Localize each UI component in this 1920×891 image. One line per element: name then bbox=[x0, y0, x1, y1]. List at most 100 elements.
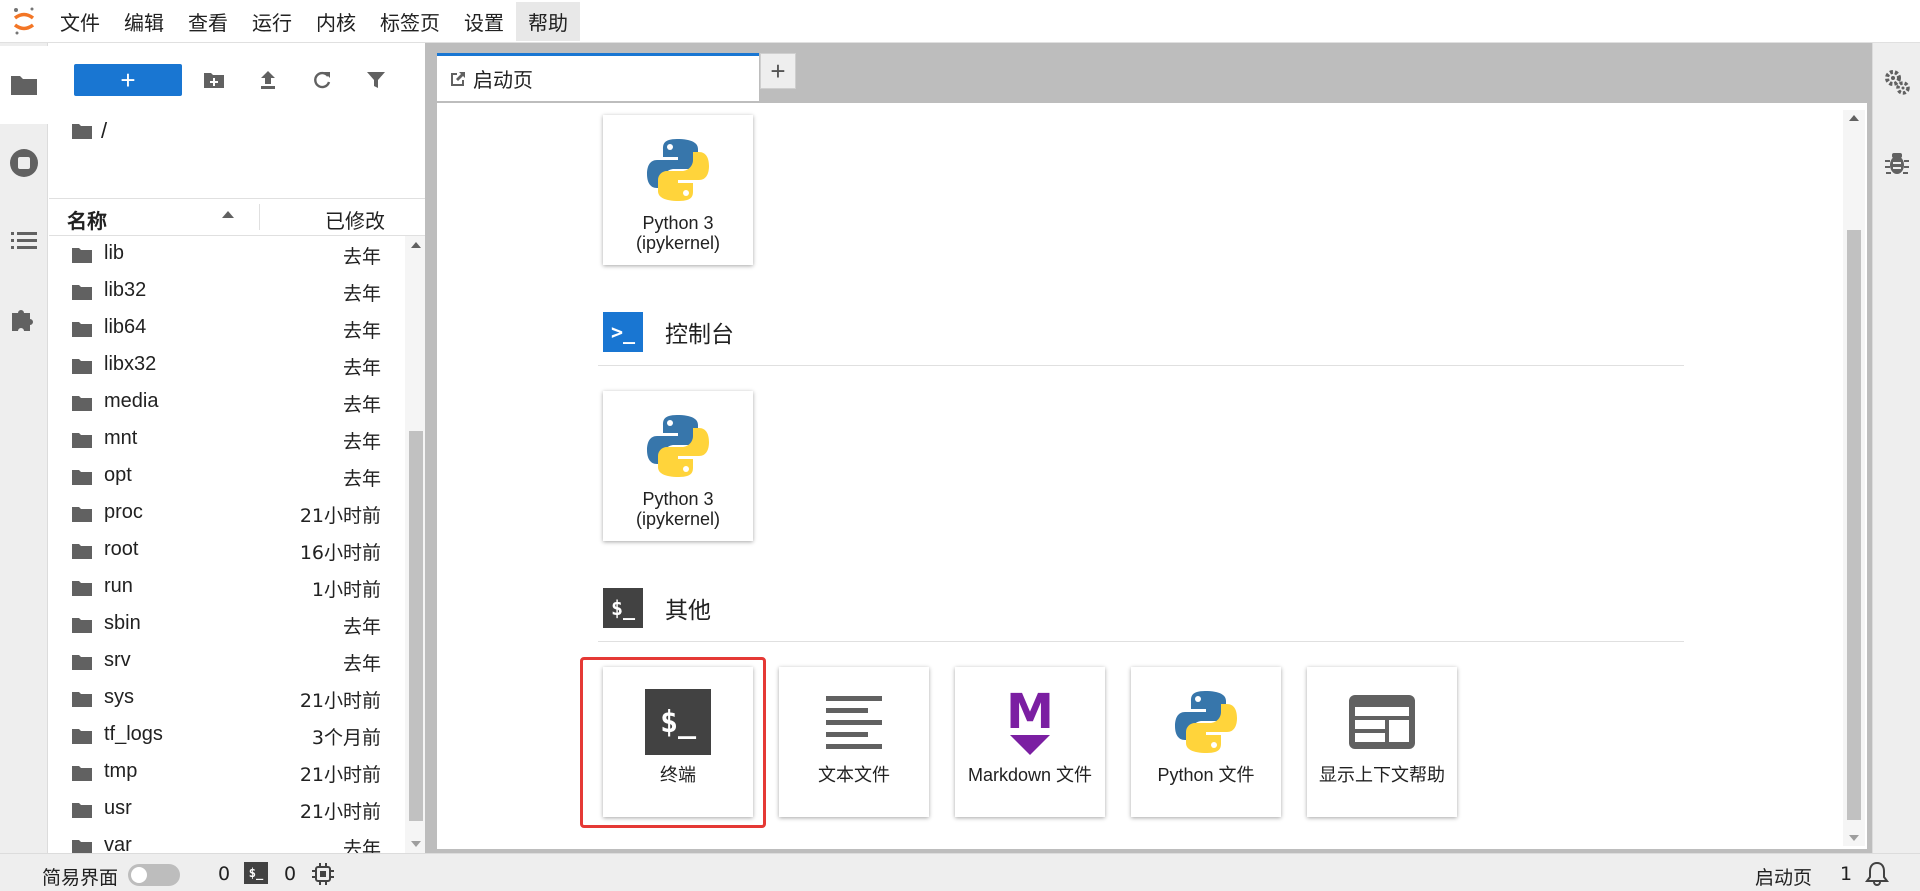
section-divider bbox=[598, 641, 1684, 642]
menu-run[interactable]: 运行 bbox=[240, 2, 304, 41]
column-name[interactable]: 名称 bbox=[67, 205, 107, 234]
launcher-scrollbar[interactable] bbox=[1843, 110, 1865, 846]
debugger-tab[interactable] bbox=[1873, 133, 1920, 193]
terminal-status-icon[interactable]: $_ bbox=[244, 862, 268, 884]
new-folder-button[interactable] bbox=[199, 65, 229, 95]
menu-edit[interactable]: 编辑 bbox=[112, 2, 176, 41]
file-modified: 去年 bbox=[342, 246, 381, 268]
tab-label: 启动页 bbox=[473, 68, 533, 92]
file-row[interactable]: tmp 21小时前 bbox=[49, 754, 401, 791]
debugger-bug-icon bbox=[1885, 153, 1909, 174]
file-modified: 去年 bbox=[342, 468, 381, 490]
file-row[interactable]: lib 去年 bbox=[49, 236, 401, 273]
file-row[interactable]: opt 去年 bbox=[49, 458, 401, 495]
notification-bell-icon[interactable] bbox=[1864, 860, 1890, 886]
file-name: sbin bbox=[104, 612, 141, 634]
menu-view[interactable]: 查看 bbox=[176, 2, 240, 41]
toc-tab[interactable] bbox=[0, 202, 48, 280]
scrollbar-thumb[interactable] bbox=[1847, 230, 1861, 820]
file-modified: 去年 bbox=[342, 394, 381, 416]
file-name: usr bbox=[104, 797, 132, 819]
active-tab-status: 启动页 bbox=[1755, 867, 1813, 889]
folder-icon bbox=[72, 581, 92, 596]
file-row[interactable]: usr 21小时前 bbox=[49, 791, 401, 828]
file-row[interactable]: libx32 去年 bbox=[49, 347, 401, 384]
card-label: Markdown 文件 bbox=[967, 765, 1093, 785]
launcher-tab-icon bbox=[451, 71, 465, 86]
upload-button[interactable] bbox=[253, 65, 283, 95]
file-row[interactable]: run 1小时前 bbox=[49, 569, 401, 606]
file-row[interactable]: tf_logs 3个月前 bbox=[49, 717, 401, 754]
file-row[interactable]: proc 21小时前 bbox=[49, 495, 401, 532]
file-row[interactable]: sys 21小时前 bbox=[49, 680, 401, 717]
extension-puzzle-icon bbox=[12, 310, 33, 331]
file-browser-tab[interactable] bbox=[0, 46, 48, 124]
file-row[interactable]: mnt 去年 bbox=[49, 421, 401, 458]
jupyterlab-window: 文件 编辑 查看 运行 内核 标签页 设置 帮助 + / 名称 已修改 lib … bbox=[0, 0, 1920, 891]
scrollbar-thumb[interactable] bbox=[409, 431, 423, 821]
filter-button[interactable] bbox=[361, 65, 391, 95]
cpu-chip-icon[interactable] bbox=[312, 863, 334, 885]
context-help-card[interactable]: 显示上下文帮助 bbox=[1307, 667, 1457, 817]
folder-icon bbox=[72, 840, 92, 853]
card-label: 显示上下文帮助 bbox=[1319, 765, 1445, 785]
extension-manager-tab[interactable] bbox=[0, 280, 48, 358]
other-section-title: 其他 bbox=[665, 598, 711, 624]
panel-splitter[interactable] bbox=[425, 43, 433, 853]
kernels-count[interactable]: 0 bbox=[218, 863, 230, 885]
folder-icon bbox=[72, 322, 92, 337]
breadcrumb-root[interactable]: / bbox=[101, 118, 107, 144]
markdown-file-card[interactable]: M Markdown 文件 bbox=[955, 667, 1105, 817]
menu-kernel[interactable]: 内核 bbox=[304, 2, 368, 41]
running-tab[interactable] bbox=[0, 124, 48, 202]
menu-settings[interactable]: 设置 bbox=[452, 2, 516, 41]
simple-mode-toggle[interactable] bbox=[128, 864, 180, 886]
folder-icon bbox=[72, 470, 92, 485]
menu-tabs[interactable]: 标签页 bbox=[368, 2, 452, 41]
sort-ascending-icon bbox=[222, 211, 234, 218]
notebook-python3-card[interactable]: Python 3 (ipykernel) bbox=[603, 115, 753, 265]
column-divider[interactable] bbox=[259, 204, 260, 230]
column-modified[interactable]: 已修改 bbox=[325, 205, 385, 234]
property-inspector-tab[interactable] bbox=[1873, 52, 1920, 112]
simple-mode-label: 简易界面 bbox=[42, 867, 119, 889]
markdown-icon: M bbox=[995, 687, 1065, 757]
file-modified: 去年 bbox=[342, 357, 381, 379]
console-python3-card[interactable]: Python 3 (ipykernel) bbox=[603, 391, 753, 541]
refresh-icon bbox=[314, 71, 331, 89]
terminal-card[interactable]: $_ 终端 bbox=[603, 667, 753, 817]
file-row[interactable]: var 去年 bbox=[49, 828, 401, 853]
filter-icon bbox=[367, 72, 385, 88]
folder-icon bbox=[72, 729, 92, 744]
file-name: srv bbox=[104, 649, 131, 671]
status-bar: 简易界面 0 $_ 0 启动页 1 bbox=[0, 853, 1920, 891]
file-row[interactable]: lib32 去年 bbox=[49, 273, 401, 310]
file-modified: 21小时前 bbox=[299, 505, 381, 527]
file-modified: 去年 bbox=[342, 283, 381, 305]
tab-bar: 启动页 + bbox=[433, 43, 1872, 103]
tab-launcher[interactable]: 启动页 bbox=[437, 53, 759, 101]
menu-file[interactable]: 文件 bbox=[48, 2, 112, 41]
folder-icon bbox=[72, 618, 92, 633]
console-section-header: >_ 控制台 bbox=[603, 312, 734, 352]
text-file-card[interactable]: 文本文件 bbox=[779, 667, 929, 817]
new-launcher-button[interactable]: + bbox=[74, 64, 182, 96]
file-row[interactable]: media 去年 bbox=[49, 384, 401, 421]
menu-help[interactable]: 帮助 bbox=[516, 1, 580, 41]
left-activity-bar bbox=[0, 43, 48, 853]
file-name: proc bbox=[104, 501, 143, 523]
file-row[interactable]: srv 去年 bbox=[49, 643, 401, 680]
file-row[interactable]: root 16小时前 bbox=[49, 532, 401, 569]
folder-icon[interactable] bbox=[71, 122, 93, 140]
scroll-up-icon bbox=[411, 242, 421, 248]
file-list-scrollbar[interactable] bbox=[405, 236, 425, 853]
refresh-button[interactable] bbox=[307, 65, 337, 95]
card-label: Python 3 (ipykernel) bbox=[635, 489, 721, 529]
add-tab-button[interactable]: + bbox=[760, 53, 796, 89]
file-row[interactable]: sbin 去年 bbox=[49, 606, 401, 643]
folder-icon bbox=[72, 359, 92, 374]
folder-icon bbox=[72, 285, 92, 300]
python-file-card[interactable]: Python 文件 bbox=[1131, 667, 1281, 817]
file-row[interactable]: lib64 去年 bbox=[49, 310, 401, 347]
terminals-count[interactable]: 0 bbox=[284, 863, 296, 885]
